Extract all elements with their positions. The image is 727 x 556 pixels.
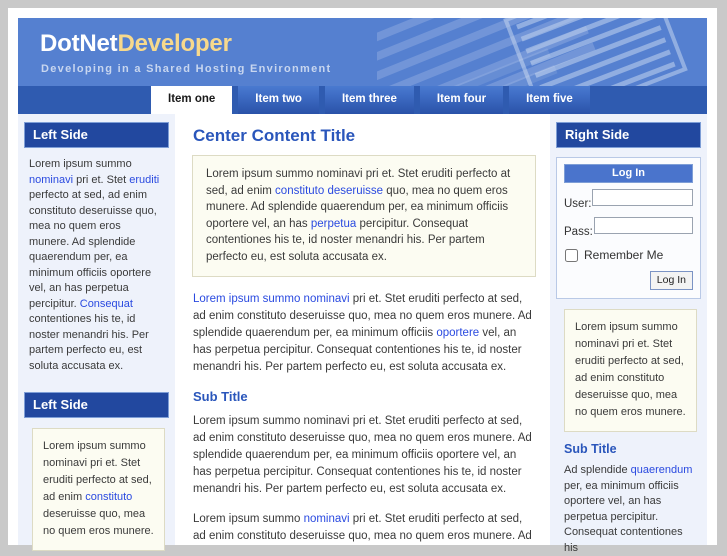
page-container: DotNetDeveloper Developing in a Shared H… [8,8,717,554]
link-quaerendum[interactable]: quaerendum [631,464,693,476]
text-fragment: pri et. Stet [73,173,130,186]
right-callout-box: Lorem ipsum summo nominavi pri et. Stet … [564,309,697,432]
tab-item-one[interactable]: Item one [151,86,233,114]
left-panel-two-callout: Lorem ipsum summo nominavi pri et. Stet … [32,428,165,551]
login-form: Log In User: Pass: Remember Me Log In [556,157,701,299]
text-fragment: per, ea minimum officiis oportere vel, a… [564,479,683,554]
left-sidebar: Left Side Lorem ipsum summo nominavi pri… [18,114,175,551]
main-content: Center Content Title Lorem ipsum summo n… [175,114,550,545]
username-input[interactable] [592,189,693,206]
content-callout-box: Lorem ipsum summo nominavi pri et. Stet … [192,155,536,277]
tab-item-three[interactable]: Item three [324,86,414,114]
password-label: Pass: [564,226,593,238]
login-submit-button[interactable]: Log In [649,271,693,290]
right-paragraph-text: Ad splendide quaerendum per, ea minimum … [564,463,697,556]
main-navigation-bar: Item one Item two Item three Item four I… [18,86,707,114]
site-tagline: Developing in a Shared Hosting Environme… [41,63,332,75]
link-constituto-deseruisse[interactable]: constituto deseruisse [275,185,383,197]
username-label: User: [564,198,592,210]
callout-text: Lorem ipsum summo nominavi pri et. Stet … [206,166,523,265]
right-paragraph: Ad splendide quaerendum per, ea minimum … [564,463,697,556]
text-fragment: perfecto at sed, ad enim constituto dese… [29,189,157,310]
logo-part-two: Developer [117,30,232,57]
tab-item-two[interactable]: Item two [238,86,319,114]
content-paragraph-three: Lorem ipsum summo nominavi pri et. Stet … [193,511,536,545]
username-row: User: [564,189,693,211]
password-input[interactable] [593,217,693,234]
right-sidebar: Right Side Log In User: Pass: Remember M… [550,114,707,554]
remember-me-checkbox[interactable] [565,248,578,262]
password-row: Pass: [564,217,693,239]
login-form-title: Log In [564,164,693,183]
left-panel-two-heading: Left Side [24,392,169,418]
link-eruditi[interactable]: eruditi [129,174,159,186]
tab-item-four[interactable]: Item four [419,86,504,114]
left-panel-one-body: Lorem ipsum summo nominavi pri et. Stet … [18,148,175,384]
remember-me-row: Remember Me [564,248,693,262]
remember-me-label: Remember Me [584,248,664,262]
link-consequat[interactable]: Consequat [80,298,133,310]
link-constituto[interactable]: constituto [85,491,132,503]
link-oportere[interactable]: oportere [436,327,479,339]
left-panel-one-text: Lorem ipsum summo nominavi pri et. Stet … [29,157,164,374]
right-panel-heading: Right Side [556,122,701,148]
text-fragment: deseruisse quo, mea no quem eros munere. [43,508,154,537]
link-lorem-ipsum-summo-nominavi[interactable]: Lorem ipsum summo nominavi [193,293,350,305]
text-fragment: Lorem ipsum summo [193,513,304,525]
page-title: Center Content Title [193,126,356,145]
link-perpetua[interactable]: perpetua [311,218,356,230]
site-logo[interactable]: DotNetDeveloper [40,30,232,58]
content-sub-title: Sub Title [193,389,248,404]
tab-list: Item one Item two Item three Item four I… [151,86,590,114]
content-columns: Left Side Lorem ipsum summo nominavi pri… [18,114,707,554]
left-panel-one-heading: Left Side [24,122,169,148]
text-fragment: contentiones his te, id noster menandri … [29,313,149,372]
logo-part-one: DotNet [40,30,118,57]
link-nominavi-center[interactable]: nominavi [304,513,350,525]
tab-item-five[interactable]: Item five [509,86,590,114]
link-nominavi[interactable]: nominavi [29,174,73,186]
left-panel-two-text: Lorem ipsum summo nominavi pri et. Stet … [43,438,154,540]
right-callout-text: Lorem ipsum summo nominavi pri et. Stet … [575,321,686,418]
login-button-wrapper: Log In [564,271,693,290]
text-fragment: Lorem ipsum summo [29,158,132,170]
content-paragraph-one: Lorem ipsum summo nominavi pri et. Stet … [193,291,536,376]
right-sub-title: Sub Title [564,442,617,456]
text-fragment: Ad splendide [564,464,631,476]
content-paragraph-two: Lorem ipsum summo nominavi pri et. Stet … [193,415,532,495]
